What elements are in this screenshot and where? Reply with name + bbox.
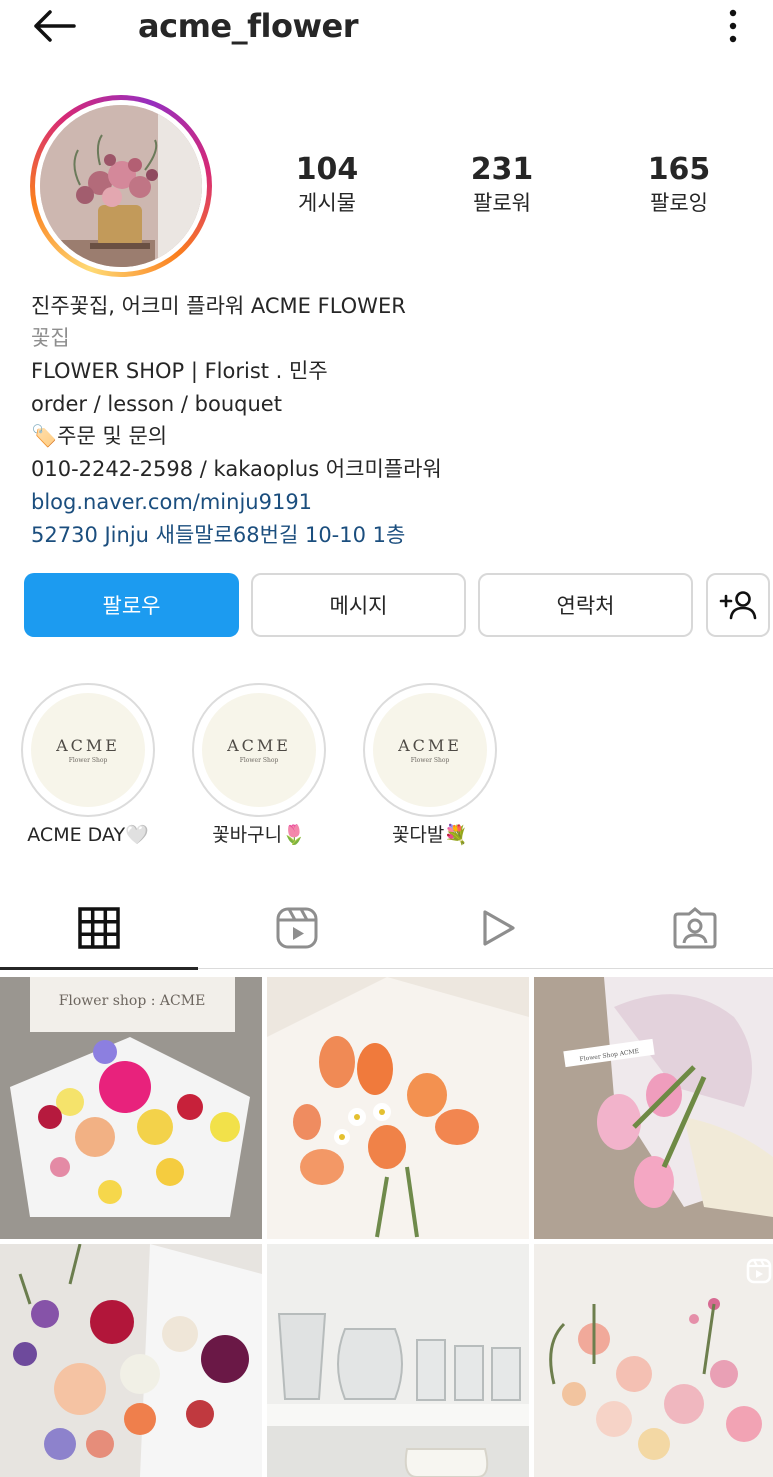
followers-count: 231: [470, 152, 534, 187]
post-thumbnail[interactable]: [267, 977, 529, 1239]
suggest-accounts-button[interactable]: [706, 573, 770, 637]
follow-button[interactable]: 팔로우: [24, 573, 239, 637]
tulip-bouquet-photo: [267, 977, 529, 1239]
highlight-subtitle: Flower Shop: [410, 757, 450, 764]
following-stat[interactable]: 165 팔로잉: [609, 152, 749, 218]
post-thumbnail[interactable]: [0, 1244, 262, 1477]
following-count: 165: [647, 152, 711, 187]
reels-badge-icon: [746, 1258, 772, 1284]
tagged-user-icon: [673, 907, 717, 949]
glass-vases-photo: [267, 1244, 529, 1477]
pink-tulip-bouquet-photo: Flower Shop ACME: [534, 977, 773, 1239]
story-highlight[interactable]: ACME Flower Shop: [192, 683, 326, 817]
tab-tagged[interactable]: [665, 898, 725, 958]
followers-stat[interactable]: 231 팔로워: [432, 152, 572, 218]
more-vertical-icon: [729, 9, 737, 43]
tab-video[interactable]: [467, 898, 527, 958]
story-highlight[interactable]: ACME Flower Shop: [363, 683, 497, 817]
highlight-subtitle: Flower Shop: [239, 757, 279, 764]
post-thumbnail[interactable]: [534, 1244, 773, 1477]
profile-category: 꽃집: [31, 326, 70, 350]
flower-basket-photo: [534, 1244, 773, 1477]
post-thumbnail[interactable]: Flower Shop ACME: [534, 977, 773, 1239]
arrow-left-icon: [34, 10, 76, 42]
active-tab-indicator: [0, 967, 198, 970]
reels-icon: [276, 907, 318, 949]
tab-grid[interactable]: [69, 898, 129, 958]
followers-label: 팔로워: [473, 191, 531, 215]
message-button[interactable]: 메시지: [251, 573, 466, 637]
bio-line: 010-2242-2598 / kakaoplus 어크미플라워: [31, 457, 442, 481]
mixed-flower-photo: [0, 1244, 262, 1477]
post-thumbnail[interactable]: Flower shop : ACME: [0, 977, 262, 1239]
highlight-label[interactable]: ACME DAY🤍: [3, 820, 173, 850]
more-options-button[interactable]: [716, 6, 750, 46]
bio-line: order / lesson / bouquet: [31, 392, 282, 416]
highlight-subtitle: Flower Shop: [68, 757, 108, 764]
back-button[interactable]: [30, 6, 80, 46]
add-user-icon: [719, 591, 757, 620]
posts-count-stat[interactable]: 104 게시물: [257, 152, 397, 218]
bio-line: FLOWER SHOP | Florist . 민주: [31, 359, 328, 383]
highlight-cover: ACME Flower Shop: [202, 693, 316, 807]
highlight-label[interactable]: 꽃다발💐: [345, 820, 515, 850]
grid-icon: [78, 907, 120, 949]
following-label: 팔로잉: [650, 191, 708, 215]
address-link[interactable]: 52730 Jinju 새들말로68번길 10-10 1층: [31, 519, 405, 551]
contact-button[interactable]: 연락처: [478, 573, 693, 637]
post-thumbnail[interactable]: [267, 1244, 529, 1477]
avatar[interactable]: [40, 105, 202, 267]
highlight-cover: ACME Flower Shop: [31, 693, 145, 807]
story-highlight[interactable]: ACME Flower Shop: [21, 683, 155, 817]
profile-username: acme_flower: [138, 7, 359, 45]
website-link[interactable]: blog.naver.com/minju9191: [31, 486, 312, 518]
bio-line: 🏷️주문 및 문의: [31, 424, 168, 448]
profile-display-name: 진주꽃집, 어크미 플라워 ACME FLOWER: [31, 294, 406, 318]
play-icon: [483, 910, 515, 946]
bouquet-photo: Flower shop : ACME: [0, 977, 262, 1239]
posts-label: 게시물: [298, 191, 356, 215]
highlight-brand: ACME: [398, 736, 462, 755]
avatar-flower-image: [40, 105, 202, 267]
highlight-label[interactable]: 꽃바구니🌷: [174, 820, 344, 850]
shop-sign-text: Flower shop : ACME: [59, 993, 206, 1009]
highlight-cover: ACME Flower Shop: [373, 693, 487, 807]
posts-count: 104: [295, 152, 359, 187]
highlight-brand: ACME: [56, 736, 120, 755]
tab-reels[interactable]: [267, 898, 327, 958]
highlight-brand: ACME: [227, 736, 291, 755]
